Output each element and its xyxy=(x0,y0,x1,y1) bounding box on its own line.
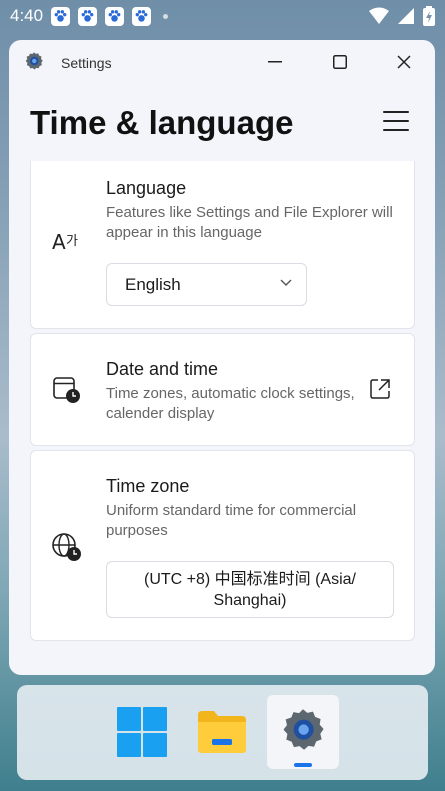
signal-icon xyxy=(398,8,414,24)
date-time-title: Date and time xyxy=(106,359,219,379)
notification-paw-icon xyxy=(105,6,125,26)
status-time: 4:40 xyxy=(10,6,44,25)
maximize-icon xyxy=(333,55,347,69)
notification-paw-icon xyxy=(78,6,98,26)
date-time-description: Time zones, automatic clock settings, ca… xyxy=(106,385,355,422)
svg-text:가: 가 xyxy=(66,234,78,249)
menu-button[interactable] xyxy=(381,108,411,134)
language-title: Language xyxy=(106,178,187,198)
time-zone-card: Time zone Uniform standard time for comm… xyxy=(30,450,415,641)
status-icons xyxy=(369,6,435,26)
windows-logo-icon xyxy=(117,707,167,757)
close-icon xyxy=(397,55,411,69)
minimize-button[interactable] xyxy=(259,48,291,76)
menu-line xyxy=(383,120,409,122)
status-bar: 4:40 xyxy=(0,0,445,32)
time-zone-selector[interactable]: (UTC +8) 中国标准时间 (Asia/ Shanghai) xyxy=(106,561,394,618)
calendar-clock-icon xyxy=(53,377,80,403)
taskbar xyxy=(17,685,428,780)
active-app-indicator xyxy=(294,763,312,767)
folder-icon xyxy=(198,711,246,753)
language-description: Features like Settings and File Explorer… xyxy=(106,204,393,241)
svg-text:A: A xyxy=(52,230,66,254)
window-title: Settings xyxy=(61,55,112,71)
language-dropdown-value: English xyxy=(125,274,181,294)
settings-window: Settings Time & language A 가 Language Fe… xyxy=(9,40,435,675)
settings-gear-icon xyxy=(25,52,43,70)
language-dropdown[interactable]: English xyxy=(106,263,307,306)
more-notifications-dot xyxy=(163,13,169,19)
date-time-card[interactable]: Date and time Time zones, automatic cloc… xyxy=(30,333,415,446)
notification-paw-icon xyxy=(51,6,71,26)
chevron-down-icon xyxy=(280,279,292,286)
external-link-icon[interactable] xyxy=(368,377,392,401)
battery-icon xyxy=(423,6,435,26)
maximize-button[interactable] xyxy=(324,48,356,76)
time-zone-title: Time zone xyxy=(106,476,190,496)
notification-paw-icon xyxy=(132,6,152,26)
minimize-icon xyxy=(268,61,282,63)
menu-line xyxy=(383,111,409,113)
wifi-icon xyxy=(369,7,389,24)
close-button[interactable] xyxy=(388,48,420,76)
language-icon: A 가 xyxy=(52,230,78,254)
file-explorer-button[interactable] xyxy=(186,695,258,769)
start-button[interactable] xyxy=(106,695,178,769)
language-card: A 가 Language Features like Settings and … xyxy=(30,161,415,329)
settings-gear-icon xyxy=(283,709,324,750)
globe-clock-icon xyxy=(52,533,81,561)
time-zone-description: Uniform standard time for commercial pur… xyxy=(106,502,357,539)
page-title: Time & language xyxy=(30,104,294,141)
menu-line xyxy=(383,129,409,131)
settings-taskbar-button[interactable] xyxy=(267,695,339,769)
title-bar: Settings xyxy=(9,40,435,84)
